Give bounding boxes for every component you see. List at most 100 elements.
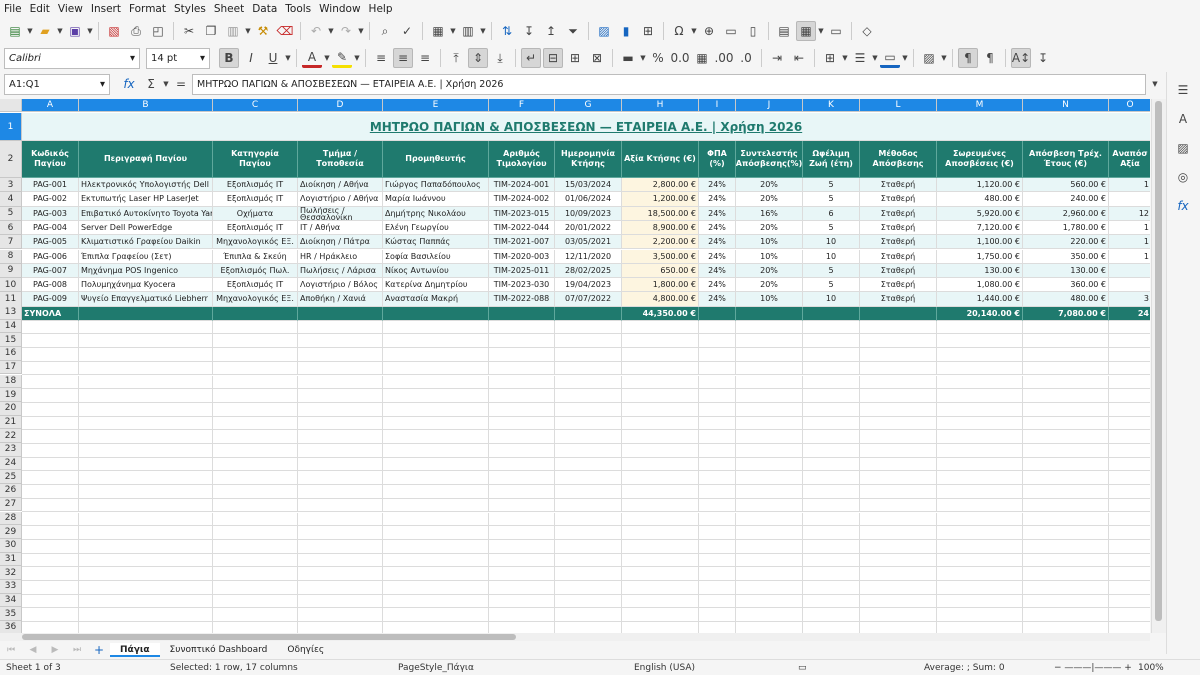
data-cell[interactable]: 5: [803, 192, 860, 207]
empty-cell[interactable]: [213, 361, 298, 376]
data-cell[interactable]: Σταθερή: [860, 278, 937, 293]
empty-cell[interactable]: [1023, 594, 1109, 609]
empty-cell[interactable]: [79, 389, 213, 403]
empty-cell[interactable]: [489, 539, 555, 554]
column-title-cell[interactable]: Απόσβεση Τρέχ. Έτους (€): [1023, 141, 1109, 178]
total-cell[interactable]: [736, 306, 803, 321]
empty-cell[interactable]: [79, 444, 213, 458]
data-cell[interactable]: Κατερίνα Δημητρίου: [383, 278, 489, 293]
empty-cell[interactable]: [699, 512, 736, 527]
empty-cell[interactable]: [22, 375, 79, 390]
vertical-scrollbar[interactable]: [1151, 99, 1166, 633]
empty-cell[interactable]: [489, 430, 555, 444]
empty-cell[interactable]: [1109, 581, 1150, 595]
empty-cell[interactable]: [1109, 471, 1150, 486]
data-cell[interactable]: Εξοπλισμός IT: [213, 178, 298, 193]
empty-cell[interactable]: [383, 402, 489, 417]
open-dropdown-icon[interactable]: ▼: [56, 21, 64, 41]
row-header[interactable]: 31: [0, 552, 22, 567]
data-cell[interactable]: 24%: [699, 263, 736, 279]
empty-cell[interactable]: [1023, 320, 1109, 335]
empty-cell[interactable]: [1023, 430, 1109, 444]
data-cell[interactable]: 130.00 €: [937, 263, 1023, 279]
data-cell[interactable]: 8,900.00 €: [622, 220, 699, 236]
data-cell[interactable]: Εξοπλισμός IT: [213, 278, 298, 293]
data-cell[interactable]: 1,440.00 €: [937, 292, 1023, 307]
data-cell[interactable]: 240.00 €: [1023, 192, 1109, 207]
empty-cell[interactable]: [937, 581, 1023, 595]
data-cell[interactable]: 24%: [699, 235, 736, 250]
data-cell[interactable]: Ελένη Γεωργίου: [383, 220, 489, 236]
row-header[interactable]: 24: [0, 456, 22, 471]
empty-cell[interactable]: [298, 430, 383, 444]
align-top-icon[interactable]: ⤒: [446, 48, 466, 68]
total-cell[interactable]: 24: [1109, 306, 1150, 321]
cut-icon[interactable]: ✂: [179, 21, 199, 41]
data-cell[interactable]: Έπιπλα & Σκεύη: [213, 249, 298, 264]
row-header[interactable]: 23: [0, 443, 22, 457]
column-title-cell[interactable]: Ημερομηνία Κτήσης: [555, 141, 622, 178]
data-cell[interactable]: 5: [803, 220, 860, 236]
print-icon[interactable]: ⎙: [126, 21, 146, 41]
empty-cell[interactable]: [1109, 348, 1150, 362]
split-window-icon[interactable]: ▭: [826, 21, 846, 41]
empty-cell[interactable]: [1023, 402, 1109, 417]
empty-cell[interactable]: [298, 485, 383, 499]
empty-cell[interactable]: [22, 608, 79, 623]
data-cell[interactable]: 20%: [736, 178, 803, 193]
data-cell[interactable]: 560.00 €: [1023, 178, 1109, 193]
empty-cell[interactable]: [937, 320, 1023, 335]
column-header[interactable]: K: [803, 99, 860, 112]
data-cell[interactable]: 5: [803, 263, 860, 279]
empty-cell[interactable]: [622, 402, 699, 417]
align-bottom-icon[interactable]: ⤓: [490, 48, 510, 68]
data-cell[interactable]: 10: [803, 292, 860, 307]
data-cell[interactable]: 220.00 €: [1023, 235, 1109, 250]
empty-cell[interactable]: [937, 348, 1023, 362]
empty-cell[interactable]: [736, 416, 803, 431]
data-cell[interactable]: Πωλήσεις / Λάρισα: [298, 263, 383, 279]
empty-cell[interactable]: [736, 512, 803, 527]
empty-cell[interactable]: [1023, 471, 1109, 486]
data-cell[interactable]: 6: [803, 206, 860, 221]
empty-cell[interactable]: [1023, 498, 1109, 513]
borders-icon[interactable]: ⊞: [820, 48, 840, 68]
row-header[interactable]: 4: [0, 192, 22, 207]
row-header[interactable]: 20: [0, 401, 22, 416]
spelling-icon[interactable]: ✓: [397, 21, 417, 41]
empty-cell[interactable]: [79, 581, 213, 595]
row-header[interactable]: 21: [0, 415, 22, 430]
empty-cell[interactable]: [803, 526, 860, 540]
empty-cell[interactable]: [622, 389, 699, 403]
empty-cell[interactable]: [383, 457, 489, 472]
data-cell[interactable]: 18,500.00 €: [622, 206, 699, 221]
column-header[interactable]: G: [555, 99, 622, 112]
underline-icon[interactable]: U: [263, 48, 283, 68]
empty-cell[interactable]: [489, 526, 555, 540]
empty-cell[interactable]: [1023, 361, 1109, 376]
last-sheet-icon[interactable]: ⏭: [67, 640, 87, 660]
empty-cell[interactable]: [937, 498, 1023, 513]
empty-cell[interactable]: [298, 375, 383, 390]
export-pdf-icon[interactable]: ▧: [104, 21, 124, 41]
data-cell[interactable]: PAG-003: [22, 206, 79, 221]
data-cell[interactable]: 24%: [699, 220, 736, 236]
empty-cell[interactable]: [555, 471, 622, 486]
column-header[interactable]: O: [1109, 99, 1150, 112]
empty-cell[interactable]: [1109, 376, 1150, 390]
empty-cell[interactable]: [555, 594, 622, 609]
data-cell[interactable]: ΤΙΜ-2025-011: [489, 263, 555, 279]
column-title-cell[interactable]: Κατηγορία Παγίου: [213, 141, 298, 178]
menu-item[interactable]: Sheet: [214, 3, 244, 15]
empty-cell[interactable]: [860, 402, 937, 417]
empty-cell[interactable]: [1109, 485, 1150, 499]
empty-cell[interactable]: [79, 471, 213, 486]
data-cell[interactable]: 480.00 €: [937, 192, 1023, 207]
empty-cell[interactable]: [555, 416, 622, 431]
empty-cell[interactable]: [79, 430, 213, 444]
open-folder-icon[interactable]: ▰: [35, 21, 55, 41]
data-cell[interactable]: 1,780.00 €: [1023, 220, 1109, 236]
empty-cell[interactable]: [699, 402, 736, 417]
empty-cell[interactable]: [213, 608, 298, 623]
empty-cell[interactable]: [213, 402, 298, 417]
